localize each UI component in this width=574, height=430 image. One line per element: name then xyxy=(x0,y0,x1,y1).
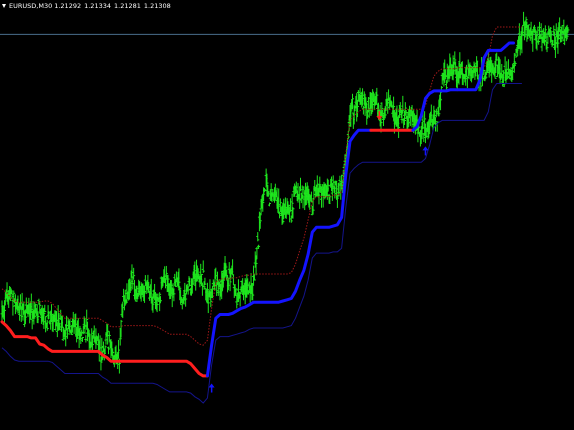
open-value: 1.21292 xyxy=(54,2,82,10)
ohlc-bar xyxy=(256,232,260,242)
ohlc-bars xyxy=(0,11,570,374)
symbol-label: EURUSD,M30 xyxy=(9,2,53,10)
high-value: 1.21334 xyxy=(84,2,111,10)
ohlc-readout: 1.21292 1.21334 1.21281 1.21308 xyxy=(54,1,171,11)
trend-segment-up xyxy=(411,41,515,132)
ohlc-bar xyxy=(201,260,205,273)
lower-band xyxy=(1,83,522,404)
ohlc-bar xyxy=(80,336,84,342)
chart-header: EURUSD,M30 1.21292 1.21334 1.21281 1.213… xyxy=(2,1,171,11)
signal-arrows xyxy=(208,111,429,393)
chevron-down-icon[interactable] xyxy=(2,4,6,8)
ohlc-bar xyxy=(278,211,282,219)
ohlc-bar xyxy=(84,335,88,343)
ohlc-bar xyxy=(231,274,235,286)
ohlc-bar xyxy=(338,175,342,183)
ohlc-bar xyxy=(361,106,365,115)
low-value: 1.21281 xyxy=(114,2,141,10)
price-chart[interactable] xyxy=(0,0,574,430)
ohlc-bar xyxy=(267,202,271,207)
trend-segment-up xyxy=(205,128,373,378)
ohlc-bar xyxy=(107,331,111,342)
lower-band-line xyxy=(1,83,522,404)
close-value: 1.21308 xyxy=(143,2,171,10)
